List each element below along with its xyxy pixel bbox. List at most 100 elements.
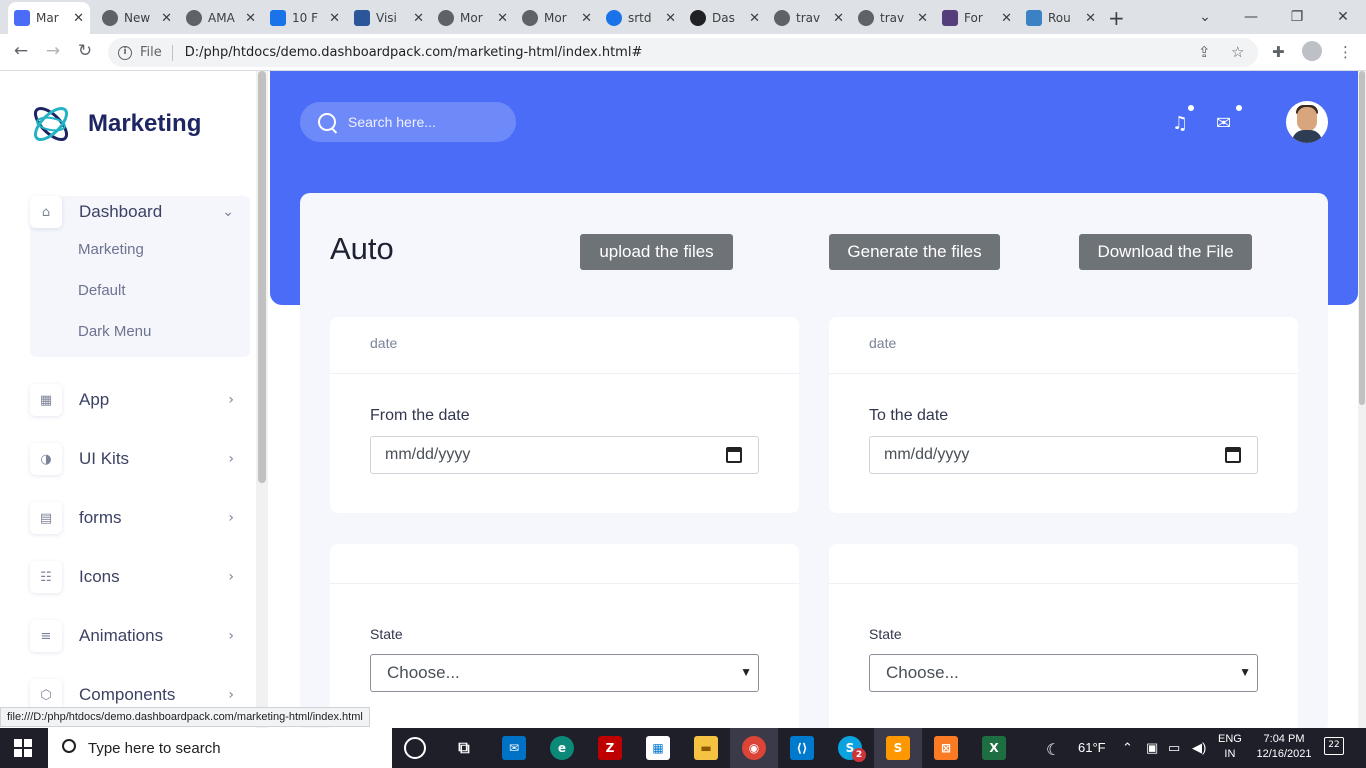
browser-tab[interactable]: AMA ✕ <box>180 4 262 32</box>
sidebar-item-ui-kits[interactable]: ◑ UI Kits › <box>30 442 250 476</box>
tab-close-icon[interactable]: ✕ <box>749 11 760 26</box>
windows-start-icon[interactable] <box>14 739 32 757</box>
tab-close-icon[interactable]: ✕ <box>73 11 84 26</box>
state-select[interactable]: Choose... ▼ <box>869 654 1258 692</box>
new-tab-button[interactable]: + <box>1108 6 1125 30</box>
browser-tab[interactable]: 10 F ✕ <box>264 4 346 32</box>
volume-icon[interactable]: ◀) <box>1192 740 1206 756</box>
tab-close-icon[interactable]: ✕ <box>581 11 592 26</box>
browser-tab[interactable]: Rou ✕ <box>1020 4 1102 32</box>
sidebar-subitem-dark-menu[interactable]: Dark Menu <box>78 323 151 340</box>
state-card-right: State Choose... ▼ <box>829 544 1298 728</box>
browser-tab[interactable]: Visi ✕ <box>348 4 430 32</box>
address-bar[interactable]: i File D:/php/htdocs/demo.dashboardpack.… <box>108 38 1258 67</box>
sidebar-item-dashboard[interactable]: ⌂ Dashboard ⌄ <box>30 195 250 229</box>
tab-close-icon[interactable]: ✕ <box>329 11 340 26</box>
reload-icon[interactable]: ↻ <box>74 41 96 61</box>
site-favicon-icon <box>438 10 454 26</box>
calendar-icon[interactable] <box>1225 447 1241 463</box>
forms-icon: ▤ <box>30 502 62 534</box>
sidebar-subitem-default[interactable]: Default <box>78 282 126 299</box>
maximize-icon[interactable]: ❐ <box>1274 4 1320 30</box>
sidebar-item-app[interactable]: ▦ App › <box>30 383 250 417</box>
tab-label: srtd <box>628 11 652 25</box>
sublime-text-icon[interactable]: S <box>886 736 910 760</box>
mail-icon[interactable]: ✉ <box>1216 113 1231 134</box>
notification-center-icon[interactable]: 22 <box>1324 737 1344 755</box>
sidebar-item-forms[interactable]: ▤ forms › <box>30 501 250 535</box>
excel-icon[interactable]: X <box>982 736 1006 760</box>
profile-avatar-icon[interactable] <box>1302 41 1322 61</box>
chevron-down-icon: ⌄ <box>222 204 234 220</box>
page-scrollbar-thumb[interactable] <box>1359 71 1365 405</box>
from-date-input[interactable]: mm/dd/yyyy <box>370 436 759 474</box>
url-text[interactable]: D:/php/htdocs/demo.dashboardpack.com/mar… <box>185 45 643 60</box>
generate-files-button[interactable]: Generate the files <box>829 234 1000 270</box>
tab-close-icon[interactable]: ✕ <box>1085 11 1096 26</box>
cortana-icon[interactable] <box>404 737 426 759</box>
browser-tab[interactable]: trav ✕ <box>852 4 934 32</box>
browser-tab[interactable]: New ✕ <box>96 4 178 32</box>
chrome-icon[interactable]: ◉ <box>742 736 766 760</box>
file-explorer-icon[interactable]: ▬ <box>694 736 718 760</box>
browser-tab[interactable]: srtd ✕ <box>600 4 682 32</box>
tab-close-icon[interactable]: ✕ <box>161 11 172 26</box>
to-date-input[interactable]: mm/dd/yyyy <box>869 436 1258 474</box>
sidebar-scrollbar-thumb[interactable] <box>258 71 266 483</box>
card-header: date <box>829 317 1298 374</box>
vscode-icon[interactable]: ⟨⟩ <box>790 736 814 760</box>
network-icon[interactable]: ▭ <box>1168 740 1180 756</box>
state-select[interactable]: Choose... ▼ <box>370 654 759 692</box>
tab-close-icon[interactable]: ✕ <box>245 11 256 26</box>
tab-close-icon[interactable]: ✕ <box>917 11 928 26</box>
tab-close-icon[interactable]: ✕ <box>833 11 844 26</box>
tab-search-chevron-icon[interactable]: ⌄ <box>1182 4 1228 30</box>
browser-tab[interactable]: trav ✕ <box>768 4 850 32</box>
filezilla-icon[interactable]: Z <box>598 736 622 760</box>
page-scrollbar[interactable] <box>1358 71 1366 728</box>
browser-tab-marketing[interactable]: Mar ✕ <box>8 2 90 34</box>
mail-app-icon[interactable]: ✉ <box>502 736 526 760</box>
tab-close-icon[interactable]: ✕ <box>665 11 676 26</box>
search-box[interactable] <box>300 102 516 142</box>
sidebar-subitem-marketing[interactable]: Marketing <box>78 241 144 258</box>
browser-tab[interactable]: Mor ✕ <box>516 4 598 32</box>
store-icon[interactable]: ▦ <box>646 736 670 760</box>
edge-icon[interactable]: e <box>550 736 574 760</box>
forward-arrow-icon[interactable]: → <box>42 41 64 61</box>
tab-close-icon[interactable]: ✕ <box>1001 11 1012 26</box>
tab-close-icon[interactable]: ✕ <box>497 11 508 26</box>
close-window-icon[interactable]: ✕ <box>1320 4 1366 30</box>
browser-menu-icon[interactable]: ⋮ <box>1338 43 1353 61</box>
tray-chevron-up-icon[interactable]: ⌃ <box>1122 740 1133 756</box>
share-icon[interactable]: ⇪ <box>1198 43 1211 61</box>
user-avatar[interactable] <box>1286 101 1328 143</box>
search-input[interactable] <box>348 114 508 130</box>
info-icon[interactable]: i <box>118 45 132 60</box>
state-label: State <box>370 626 403 642</box>
brand-logo[interactable]: Marketing <box>28 101 201 147</box>
download-file-button[interactable]: Download the File <box>1079 234 1252 270</box>
weather-moon-icon[interactable]: ☾ <box>1046 740 1060 760</box>
back-arrow-icon[interactable]: ← <box>10 41 32 61</box>
upload-files-button[interactable]: upload the files <box>580 234 733 270</box>
weather-temperature[interactable]: 61°F <box>1078 740 1106 755</box>
taskbar-search[interactable]: Type here to search <box>48 728 392 768</box>
sidebar-scrollbar[interactable] <box>256 71 268 728</box>
sidebar-item-icons[interactable]: ☷ Icons › <box>30 560 250 594</box>
xampp-icon[interactable]: ⊠ <box>934 736 958 760</box>
task-view-icon[interactable]: ⧉ <box>452 736 476 760</box>
tab-close-icon[interactable]: ✕ <box>413 11 424 26</box>
system-clock[interactable]: 7:04 PM 12/16/2021 <box>1254 732 1314 762</box>
browser-tab[interactable]: For ✕ <box>936 4 1018 32</box>
extensions-puzzle-icon[interactable]: ✚ <box>1272 43 1285 61</box>
minimize-icon[interactable]: — <box>1228 4 1274 30</box>
notification-bell-icon[interactable]: ♫ <box>1172 113 1188 134</box>
tray-meet-icon[interactable]: ▣ <box>1146 740 1158 756</box>
browser-tab[interactable]: Das ✕ <box>684 4 766 32</box>
browser-tab[interactable]: Mor ✕ <box>432 4 514 32</box>
language-indicator[interactable]: ENG IN <box>1218 732 1242 762</box>
calendar-icon[interactable] <box>726 447 742 463</box>
bookmark-star-icon[interactable]: ☆ <box>1231 43 1244 61</box>
sidebar-item-animations[interactable]: ≡ Animations › <box>30 619 250 653</box>
